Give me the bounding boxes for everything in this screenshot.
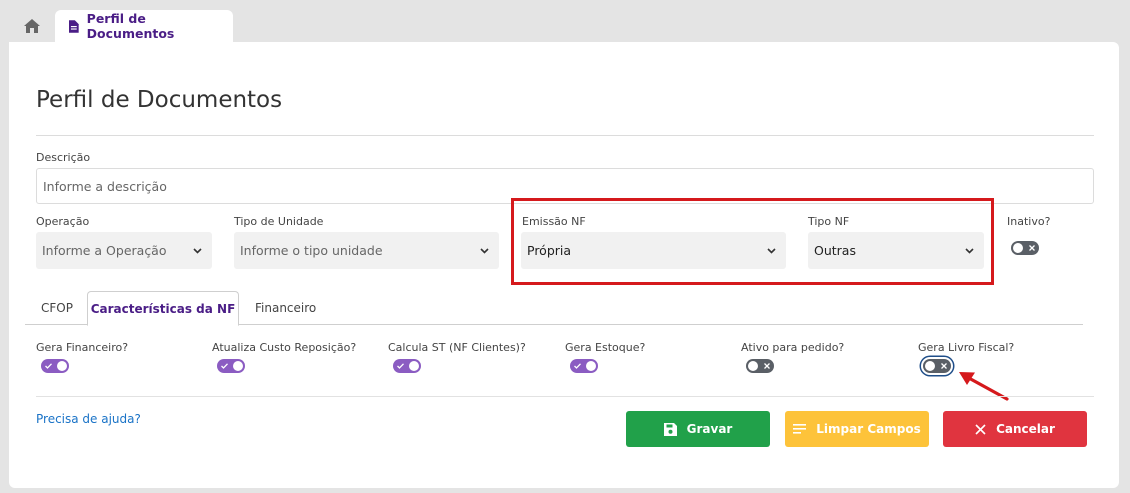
check-icon xyxy=(45,359,52,373)
chevron-down-icon xyxy=(193,247,202,254)
section-tabs: CFOP Características da NF Financeiro xyxy=(25,291,1083,326)
descricao-label: Descrição xyxy=(36,151,91,164)
calcula-st-toggle[interactable] xyxy=(393,359,421,373)
operacao-value: Informe a Operação xyxy=(42,243,167,258)
tab-financeiro[interactable]: Financeiro xyxy=(255,291,316,325)
check-icon xyxy=(574,359,581,373)
toggle-knob xyxy=(748,361,758,371)
check-icon xyxy=(221,359,228,373)
tipo-nf-value: Outras xyxy=(814,243,856,258)
cancel-button[interactable]: Cancelar xyxy=(943,411,1087,447)
toggle-knob xyxy=(233,361,243,371)
home-button[interactable] xyxy=(14,10,50,42)
emissao-nf-value: Própria xyxy=(527,243,572,258)
tab-cfop[interactable]: CFOP xyxy=(41,291,73,325)
gera-estoque-label: Gera Estoque? xyxy=(565,341,646,354)
tipo-unidade-value: Informe o tipo unidade xyxy=(240,243,383,258)
save-label: Gravar xyxy=(686,422,733,436)
ativo-pedido-toggle[interactable] xyxy=(746,359,774,373)
home-icon xyxy=(24,19,40,33)
tab-cfop-label: CFOP xyxy=(41,301,73,315)
operacao-label: Operação xyxy=(36,215,90,228)
tipo-nf-label: Tipo NF xyxy=(808,215,850,228)
close-icon xyxy=(1029,241,1035,255)
toggle-knob xyxy=(925,361,935,371)
clear-button[interactable]: Limpar Campos xyxy=(785,411,929,447)
tipo-nf-select[interactable]: Outras xyxy=(808,232,984,269)
emissao-nf-label: Emissão NF xyxy=(522,215,586,228)
check-icon xyxy=(397,359,404,373)
chevron-down-icon xyxy=(965,247,974,254)
divider xyxy=(36,396,1094,397)
gera-financeiro-label: Gera Financeiro? xyxy=(36,341,129,354)
page-tab-label: Perfil de Documentos xyxy=(86,11,175,41)
inativo-toggle[interactable] xyxy=(1011,241,1039,255)
close-icon xyxy=(764,359,770,373)
toggle-knob xyxy=(409,361,419,371)
atualiza-custo-label: Atualiza Custo Reposição? xyxy=(212,341,357,354)
tab-perfil-documentos[interactable]: Perfil de Documentos xyxy=(55,10,233,42)
close-icon xyxy=(941,359,947,373)
save-icon xyxy=(663,422,677,436)
gera-estoque-toggle[interactable] xyxy=(570,359,598,373)
toggle-knob xyxy=(57,361,67,371)
eraser-lines-icon xyxy=(793,424,807,434)
descricao-input[interactable] xyxy=(36,168,1094,204)
tipo-unidade-select[interactable]: Informe o tipo unidade xyxy=(234,232,499,269)
calcula-st-label: Calcula ST (NF Clientes)? xyxy=(388,341,526,354)
atualiza-custo-toggle[interactable] xyxy=(217,359,245,373)
help-link[interactable]: Precisa de ajuda? xyxy=(36,412,141,426)
chevron-down-icon xyxy=(767,247,776,254)
gera-livro-fiscal-label: Gera Livro Fiscal? xyxy=(918,341,1015,354)
page-title: Perfil de Documentos xyxy=(36,87,283,113)
close-icon xyxy=(975,423,986,435)
tab-caracteristicas-nf[interactable]: Características da NF xyxy=(87,291,239,326)
clear-label: Limpar Campos xyxy=(816,422,921,436)
divider xyxy=(36,135,1094,136)
tab-financeiro-label: Financeiro xyxy=(255,301,317,315)
gera-livro-fiscal-toggle[interactable] xyxy=(923,359,951,373)
main-card: Perfil de Documentos Descrição Operação … xyxy=(9,42,1119,488)
save-button[interactable]: Gravar xyxy=(626,411,770,447)
chevron-down-icon xyxy=(480,247,489,254)
toggle-knob xyxy=(1013,243,1023,253)
toggle-knob xyxy=(586,361,596,371)
tipo-unidade-label: Tipo de Unidade xyxy=(234,215,324,228)
document-icon xyxy=(69,19,79,33)
gera-financeiro-toggle[interactable] xyxy=(41,359,69,373)
cancel-label: Cancelar xyxy=(996,422,1055,436)
operacao-select[interactable]: Informe a Operação xyxy=(36,232,212,269)
ativo-pedido-label: Ativo para pedido? xyxy=(741,341,845,354)
emissao-nf-select[interactable]: Própria xyxy=(521,232,786,269)
top-tab-bar: Perfil de Documentos xyxy=(0,0,1130,42)
inativo-label: Inativo? xyxy=(1007,215,1051,228)
tab-caracteristicas-nf-label: Características da NF xyxy=(90,301,236,316)
